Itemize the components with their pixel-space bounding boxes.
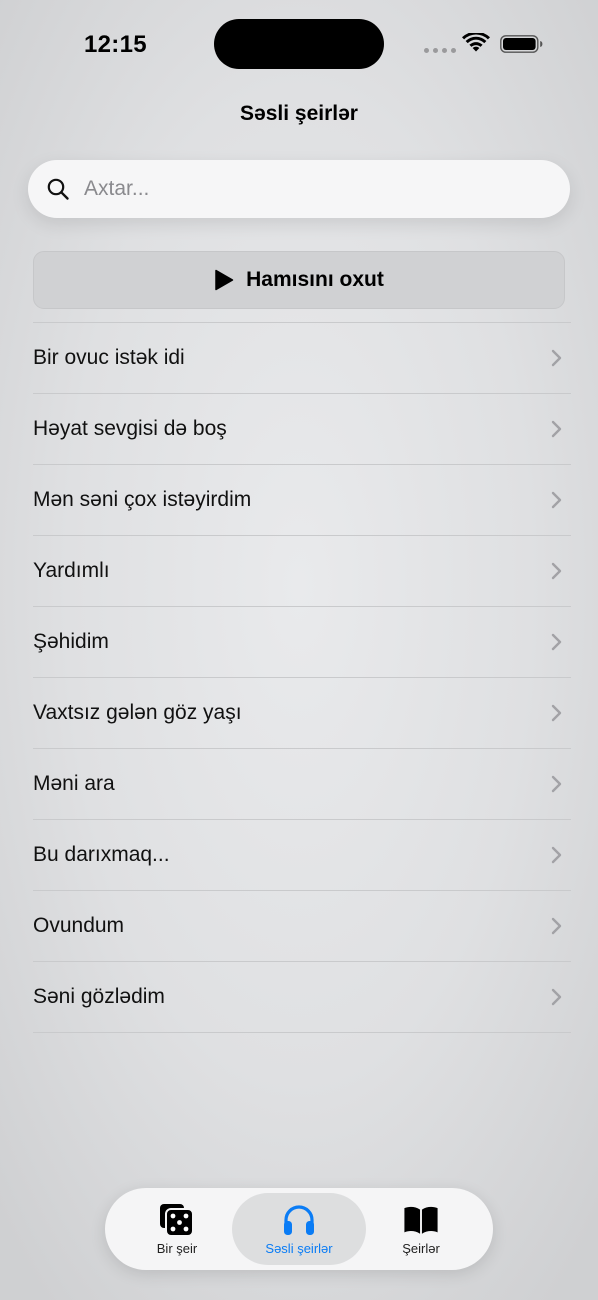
chevron-right-icon [551,775,562,793]
wifi-icon [462,33,490,52]
list-item-title: Mən səni çox istəyirdim [33,488,252,511]
tab-random-poem[interactable]: Bir şeir [123,1193,231,1265]
tab-audio-poems[interactable]: Səsli şeirlər [232,1193,366,1265]
list-item-title: Şəhidim [33,630,109,653]
list-item-title: Bu darıxmaq... [33,843,170,866]
tab-label: Şeirlər [402,1241,440,1256]
search-bar[interactable] [28,160,570,218]
tab-bar: Bir şeir Səsli şeirlər Şeirlər [105,1188,493,1270]
chevron-right-icon [551,420,562,438]
list-item-title: Ovundum [33,914,125,937]
chevron-right-icon [551,988,562,1006]
chevron-right-icon [551,704,562,722]
list-item[interactable]: Yardımlı [33,536,571,607]
page-title: Səsli şeirlər [240,102,358,125]
list-item-title: Səni gözlədim [33,985,165,1008]
list-item[interactable]: Mən səni çox istəyirdim [33,465,571,536]
search-icon [47,178,69,200]
chevron-right-icon [551,633,562,651]
cellular-signal-icon [424,48,456,53]
battery-icon [500,35,543,53]
list-item-title: Vaxtsız gələn göz yaşı [33,701,242,724]
search-input[interactable] [82,176,526,202]
poem-list: Bir ovuc istək idi Həyat sevgisi də boş … [33,322,571,1033]
list-item[interactable]: Səni gözlədim [33,962,571,1033]
tab-label: Səsli şeirlər [265,1241,333,1256]
play-all-button[interactable]: Hamısını oxut [33,251,565,309]
list-item-title: Bir ovuc istək idi [33,346,185,369]
list-item[interactable]: Vaxtsız gələn göz yaşı [33,678,571,749]
list-item[interactable]: Məni ara [33,749,571,820]
book-icon [403,1202,439,1238]
list-item[interactable]: Bu darıxmaq... [33,820,571,891]
chevron-right-icon [551,491,562,509]
play-all-label: Hamısını oxut [246,268,384,291]
list-item-title: Yardımlı [33,559,110,582]
list-item[interactable]: Ovundum [33,891,571,962]
tab-poems[interactable]: Şeirlər [367,1193,475,1265]
list-item[interactable]: Həyat sevgisi də boş [33,394,571,465]
list-item[interactable]: Bir ovuc istək idi [33,323,571,394]
play-icon [215,269,234,291]
dice-icon [159,1202,195,1238]
chevron-right-icon [551,846,562,864]
list-item-title: Həyat sevgisi də boş [33,417,227,440]
chevron-right-icon [551,349,562,367]
tab-label: Bir şeir [156,1241,198,1256]
list-item[interactable]: Şəhidim [33,607,571,678]
headphones-icon [281,1202,317,1238]
list-item-title: Məni ara [33,772,115,795]
chevron-right-icon [551,917,562,935]
status-time: 12:15 [84,31,147,58]
dynamic-island [214,19,384,69]
chevron-right-icon [551,562,562,580]
